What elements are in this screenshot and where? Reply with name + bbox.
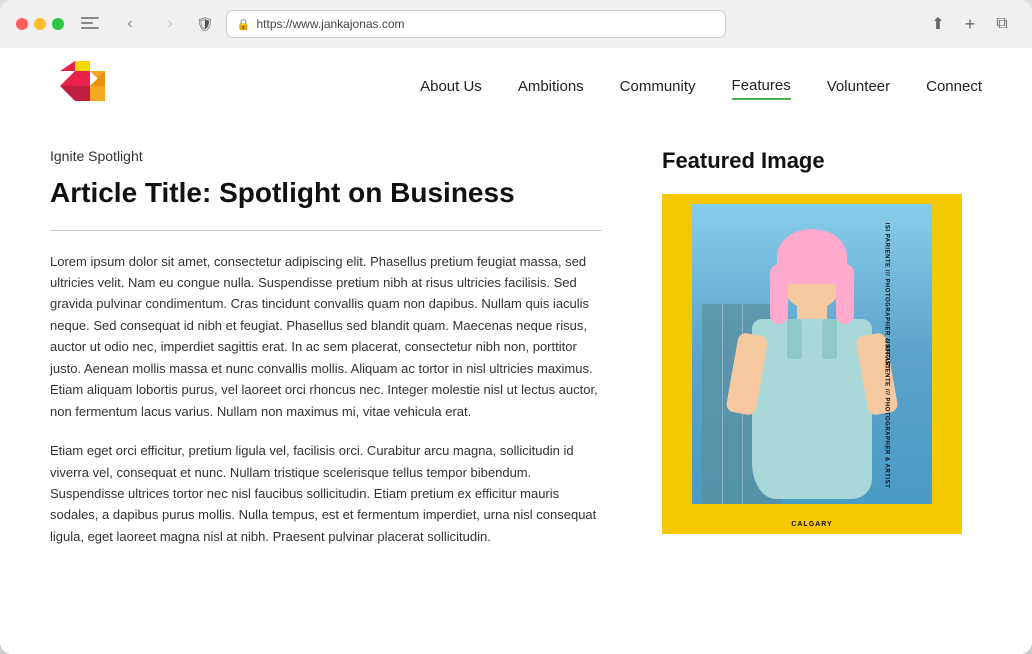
browser-window: ‹ › 🛡 🔒 https://www.jankajonas.com ⬆ + <box>0 0 1032 654</box>
nav-about[interactable]: About Us <box>420 78 482 99</box>
nav-volunteer[interactable]: Volunteer <box>827 78 890 99</box>
browser-titlebar: ‹ › 🛡 🔒 https://www.jankajonas.com ⬆ + <box>16 10 1016 38</box>
browser-chrome: ‹ › 🛡 🔒 https://www.jankajonas.com ⬆ + <box>0 0 1032 48</box>
featured-text-right-2: ISI PARIENTE /// PHOTOGRAPHER & ARTIST <box>884 342 890 489</box>
new-tab-button[interactable]: + <box>956 10 984 38</box>
close-button[interactable] <box>16 18 28 30</box>
share-icon: ⬆ <box>931 14 944 34</box>
article-paragraph-2: Etiam eget orci efficitur, pretium ligul… <box>50 440 602 547</box>
share-button[interactable]: ⬆ <box>924 10 952 38</box>
lock-icon: 🔒 <box>237 18 251 31</box>
article-title: Article Title: Spotlight on Business <box>50 176 602 210</box>
tab-overview-button[interactable]: ⧉ <box>988 10 1016 38</box>
browser-actions: ⬆ + ⧉ <box>924 10 1016 38</box>
maximize-button[interactable] <box>52 18 64 30</box>
nav-ambitions[interactable]: Ambitions <box>518 78 584 99</box>
featured-image-title: Featured Image <box>662 148 982 174</box>
featured-image-container: IGNITE CALGARY <box>662 194 962 534</box>
nav-features[interactable]: Features <box>732 77 791 100</box>
minimize-button[interactable] <box>34 18 46 30</box>
site-header: About Us Ambitions Community Features Vo… <box>0 48 1032 128</box>
address-bar[interactable]: 🔒 https://www.jankajonas.com <box>226 10 726 38</box>
main-content: Ignite Spotlight Article Title: Spotligh… <box>0 128 1032 565</box>
article-label: Ignite Spotlight <box>50 148 602 164</box>
website-content: About Us Ambitions Community Features Vo… <box>0 48 1032 654</box>
traffic-lights <box>16 18 64 30</box>
nav-connect[interactable]: Connect <box>926 78 982 99</box>
featured-image-inner <box>692 204 932 504</box>
featured-text-bottom: CALGARY <box>791 521 832 528</box>
article-paragraph-1: Lorem ipsum dolor sit amet, consectetur … <box>50 251 602 423</box>
forward-button[interactable]: › <box>156 10 184 38</box>
url-text: https://www.jankajonas.com <box>256 17 404 31</box>
tabs-icon: ⧉ <box>996 15 1007 33</box>
nav-community[interactable]: Community <box>620 78 696 99</box>
sidebar-toggle-icon <box>81 17 99 31</box>
shield-icon: 🛡 <box>196 16 214 33</box>
building-background <box>692 204 932 504</box>
plus-icon: + <box>965 14 976 35</box>
featured-section: Featured Image IGNITE CALGARY <box>662 148 982 565</box>
forward-icon: › <box>167 15 172 33</box>
site-nav: About Us Ambitions Community Features Vo… <box>420 77 982 100</box>
article-section: Ignite Spotlight Article Title: Spotligh… <box>50 148 602 565</box>
sidebar-toggle-button[interactable] <box>76 10 104 38</box>
site-logo[interactable] <box>50 51 130 126</box>
article-body: Lorem ipsum dolor sit amet, consectetur … <box>50 251 602 548</box>
back-icon: ‹ <box>127 15 132 33</box>
back-button[interactable]: ‹ <box>116 10 144 38</box>
article-divider <box>50 230 602 231</box>
